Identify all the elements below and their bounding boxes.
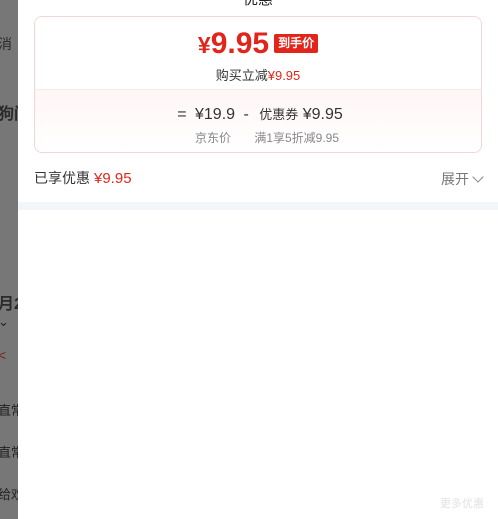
formula-labels: 京东价 满1享5折减9.95 [35, 129, 481, 146]
background-text: < [0, 347, 7, 363]
discount-panel: 优惠 ¥9.95到手价 购买立减¥9.95 = ¥19.9 - 优惠券 ¥9.9… [18, 0, 498, 519]
panel-title: 优惠 [18, 0, 498, 9]
background-text: 直常 [0, 403, 18, 418]
minus-sign: - [243, 106, 249, 123]
enjoyed-discount-row: 已享优惠 ¥9.95 展开 [34, 168, 484, 190]
expand-label: 展开 [441, 171, 469, 187]
jd-price-label: 京东价 [194, 131, 231, 145]
jd-price: ¥19.9 [195, 106, 236, 123]
coupon-amount: ¥9.95 [302, 106, 343, 123]
background-text: 直常 [0, 445, 18, 460]
chevron-down-icon [472, 171, 484, 183]
enjoyed-discount-label: 已享优惠 [34, 170, 90, 186]
final-price-line: ¥9.95 到手价 [35, 27, 481, 61]
currency-symbol: ¥ [197, 32, 211, 58]
price-card: ¥9.95 到手价 购买立减¥9.95 = ¥19.9 - 优惠券 ¥9.95 京… [34, 16, 482, 153]
price-formula: = ¥19.9 - 优惠券 ¥9.95 [35, 104, 481, 124]
section-divider [18, 202, 498, 210]
background-text: ⌄ [0, 314, 9, 329]
reduce-label: 购买立减 [215, 68, 268, 83]
expand-button[interactable]: 展开 [441, 169, 484, 189]
watermark: 更多优惠 [440, 498, 484, 510]
enjoyed-discount-amount: ¥9.95 [94, 170, 132, 187]
reduce-amount: ¥9.95 [267, 68, 301, 83]
background-text: 月2 [0, 296, 18, 313]
background-text: 狗问 [0, 106, 18, 123]
final-price-badge: 到手价 [274, 34, 319, 53]
equals-sign: = [177, 106, 187, 123]
coupon-label: 优惠券 [259, 107, 299, 122]
background-text: 消 [0, 36, 12, 52]
final-price: 9.95 [210, 27, 270, 60]
background-page: 消 狗问 月2 ⌄ < 直常 直常 给欢 [0, 0, 18, 519]
price-breakdown: = ¥19.9 - 优惠券 ¥9.95 京东价 满1享5折减9.95 [35, 89, 481, 152]
reduce-line: 购买立减¥9.95 [35, 65, 481, 84]
background-text: 给欢 [0, 487, 18, 502]
final-price-section: ¥9.95 到手价 购买立减¥9.95 [35, 17, 481, 89]
coupon-desc: 满1享5折减9.95 [254, 131, 340, 145]
